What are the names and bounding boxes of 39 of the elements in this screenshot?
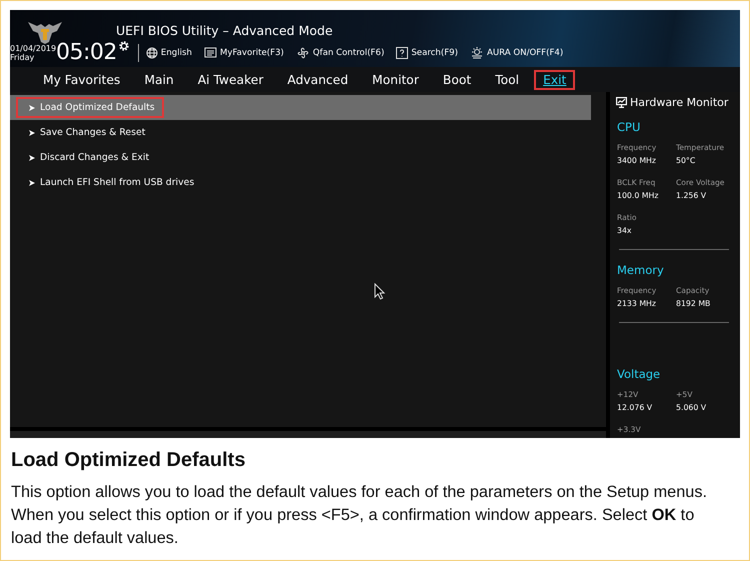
toolbar-button[interactable]: MyFavorite(F3) [204,47,284,58]
chevron-icon [29,130,35,136]
section-title: Memory [617,263,665,277]
menu-tab[interactable]: Main [135,70,183,90]
date-text: 01/04/2019 [10,44,56,52]
toolbar-button[interactable]: Qfan Control(F6) [296,46,384,58]
help-icon [396,46,408,58]
toolbar-button[interactable]: English [146,46,192,58]
section-title: CPU [617,120,642,134]
window-title: UEFI BIOS Utility – Advanced Mode [116,23,334,38]
menu-tab[interactable]: Ai Tweaker [188,70,272,90]
chevron-icon [29,154,35,160]
menu-tab[interactable]: My Favorites [34,70,130,90]
list-icon [204,47,217,58]
menu-tab[interactable]: Exit [534,70,576,90]
globe-icon [146,46,158,58]
light-icon [470,46,484,59]
toolbar-button[interactable]: Search(F9) [396,46,458,58]
section-title: Voltage [617,367,662,381]
mouse-cursor-icon [374,283,386,300]
menu-tab[interactable]: Advanced [278,70,358,90]
toolbar-button[interactable]: AURA ON/OFF(F4) [470,46,564,59]
description-paragraph: This option allows you to load the default values for each of the parameters on the Setup menus. When you select this option or if you press <F5>, a confirmation window appears. Select OK to load the default values. [11,482,708,549]
menu-tab[interactable]: Tool [486,70,528,90]
section-heading: Load Optimized Defaults [11,449,246,472]
panel-title: Hardware Monitor [630,96,728,109]
menu-item[interactable]: Launch EFI Shell from USB drives [16,172,204,193]
menu-tab[interactable]: Boot [434,70,480,90]
chevron-icon [29,104,35,110]
menu-item[interactable]: Save Changes & Reset [16,122,154,143]
weekday-text: Friday [10,52,36,62]
monitor-icon [616,97,627,108]
settings-icon[interactable] [118,40,130,52]
clock-time: 05:02 [56,40,117,65]
menu-item[interactable]: Discard Changes & Exit [16,147,158,168]
menu-tab[interactable]: Monitor [363,70,428,90]
menu-item[interactable]: Load Optimized Defaults [16,97,164,118]
fan-icon [296,46,310,58]
chevron-icon [29,180,35,186]
